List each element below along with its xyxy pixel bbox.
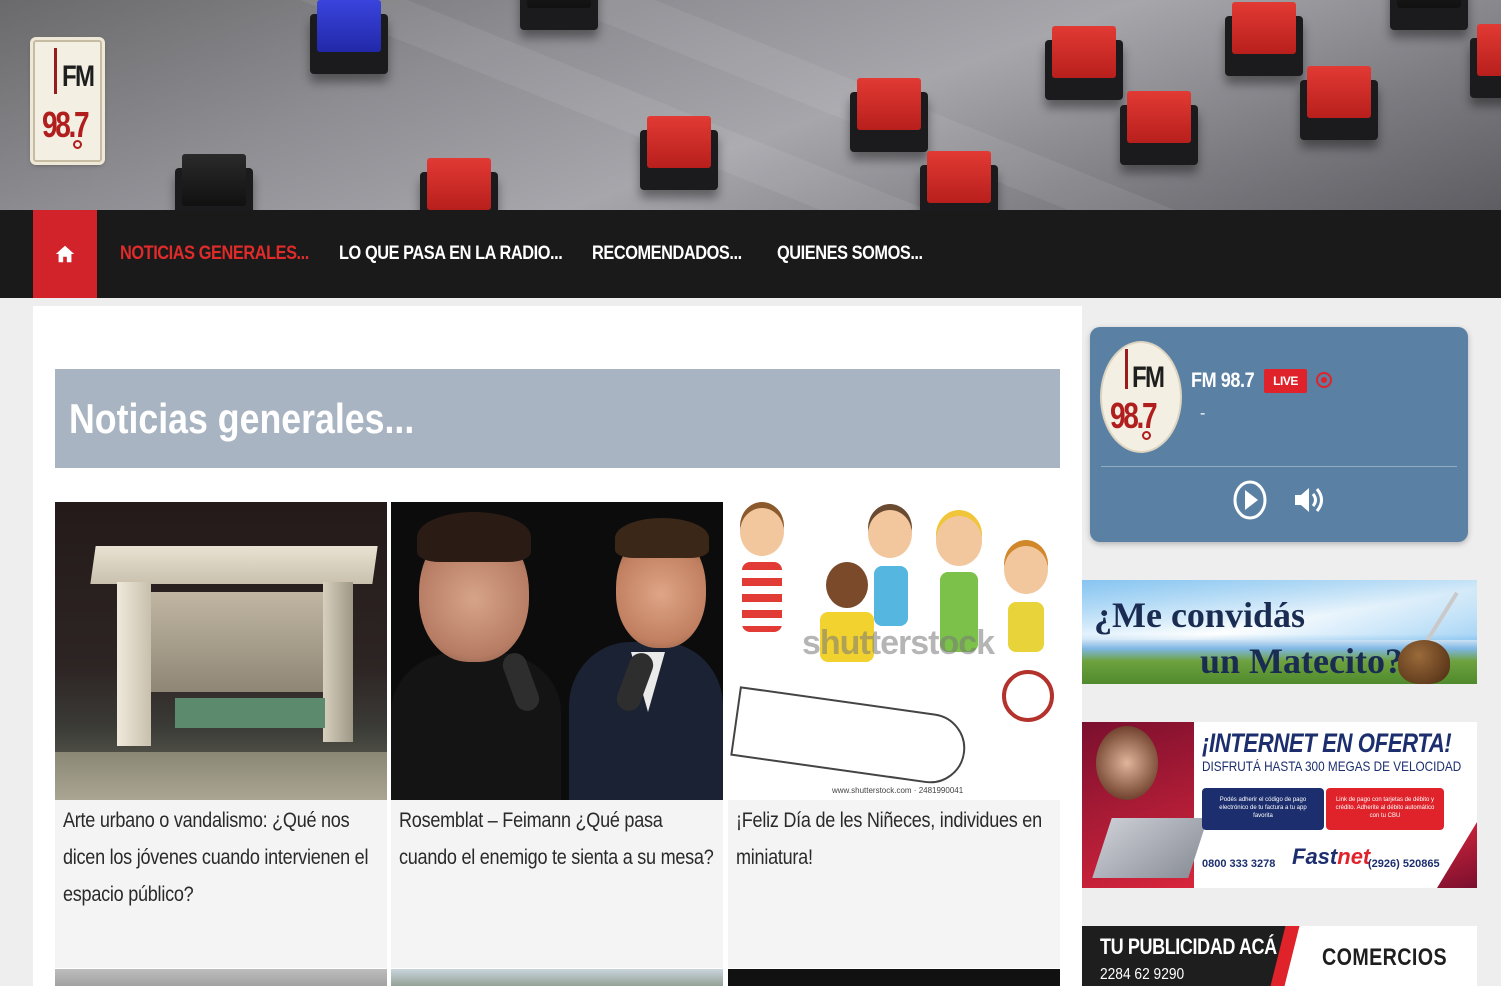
mixer-key: [850, 78, 928, 152]
publicidad-ad-right-text: COMERCIOS: [1322, 944, 1448, 971]
ad-person-image: [1096, 726, 1158, 800]
news-card-image[interactable]: [728, 969, 1060, 986]
mixer-key: [310, 0, 388, 74]
internet-ad-box-payment-link: Link de pago con tarjetas de débito y cr…: [1326, 788, 1444, 830]
internet-ad-phone: 0800 333 3278: [1202, 858, 1276, 870]
mixer-key: [920, 151, 998, 210]
mixer-key: [420, 158, 498, 210]
nav-item-lo-que-pasa-en-la-radio[interactable]: LO QUE PASA EN LA RADIO...: [339, 210, 563, 298]
logo-fm-text: FM: [62, 60, 95, 93]
live-indicator-icon: [1316, 372, 1332, 388]
mixer-key: [1390, 0, 1468, 30]
mixer-key: [520, 0, 598, 30]
mixer-key: [1470, 24, 1501, 98]
volume-icon: [1295, 488, 1323, 512]
internet-ad-brand: Fastnet: [1292, 844, 1371, 869]
internet-ad-whatsapp: (2926) 520865: [1368, 858, 1440, 870]
publicidad-ad-phone: 2284 62 9290: [1100, 966, 1185, 983]
mixer-key: [1225, 2, 1303, 76]
news-card-title[interactable]: Rosemblat – Feimann ¿Qué pasa cuando el …: [391, 800, 723, 876]
mate-ad-line1: ¿Me convidás: [1094, 595, 1305, 635]
nav-item-recomendados[interactable]: RECOMENDADOS...: [592, 210, 742, 298]
volume-button[interactable]: [1290, 481, 1328, 519]
news-card-image[interactable]: shutterstock www.shutterstock.com · 2481…: [728, 502, 1060, 800]
site-logo[interactable]: FM 98.7: [33, 40, 102, 162]
news-card[interactable]: shutterstock www.shutterstock.com · 2481…: [728, 502, 1060, 968]
mate-ad-banner[interactable]: ¿Me convidás un Matecito?: [1082, 580, 1477, 684]
news-card[interactable]: Rosemblat – Feimann ¿Qué pasa cuando el …: [391, 502, 723, 968]
mixer-key: [1045, 26, 1123, 100]
news-card-image[interactable]: [391, 969, 723, 986]
mate-ad-line2: un Matecito?: [1200, 641, 1403, 681]
internet-ad-subline: DISFRUTÁ HASTA 300 MEGAS DE VELOCIDAD: [1202, 758, 1462, 774]
mixer-key: [175, 154, 253, 210]
section-title: Noticias generales...: [55, 369, 1060, 468]
site-header: FM 98.7: [0, 0, 1501, 210]
mixer-key: [1120, 91, 1198, 165]
nav-item-quienes-somos[interactable]: QUIENES SOMOS...: [777, 210, 923, 298]
news-card[interactable]: Arte urbano o vandalismo: ¿Qué nos dicen…: [55, 502, 387, 968]
player-station-name: FM 98.7: [1191, 369, 1255, 392]
play-icon: [1233, 480, 1267, 520]
internet-ad-box-payment-code: Podés adherir el código de pago electrón…: [1202, 788, 1324, 830]
news-card-title[interactable]: Arte urbano o vandalismo: ¿Qué nos dicen…: [55, 800, 387, 913]
laptop-icon: [1092, 818, 1208, 878]
player-logo-fm-text: FM: [1132, 361, 1165, 394]
image-watermark: shutterstock: [802, 624, 995, 662]
internet-ad-banner[interactable]: ¡INTERNET EN OFERTA! DISFRUTÁ HASTA 300 …: [1082, 722, 1477, 888]
publicidad-ad-title: TU PUBLICIDAD ACÁ: [1100, 934, 1277, 959]
news-card-image[interactable]: [55, 502, 387, 800]
player-divider: [1101, 466, 1457, 467]
live-badge: LIVE: [1264, 369, 1307, 393]
mate-cup-icon: [1398, 640, 1450, 684]
player-station-logo: FM 98.7: [1102, 343, 1180, 451]
main-nav: NOTICIAS GENERALES... LO QUE PASA EN LA …: [0, 210, 1501, 298]
nav-item-noticias-generales[interactable]: NOTICIAS GENERALES...: [120, 210, 309, 298]
mixer-key: [640, 116, 718, 190]
internet-ad-headline: ¡INTERNET EN OFERTA!: [1202, 728, 1452, 758]
logo-freq-text: 98.7: [42, 104, 90, 145]
home-icon: [55, 245, 75, 263]
main-content: Noticias generales... Arte urbano o vand…: [33, 306, 1082, 986]
image-caption: www.shutterstock.com · 2481990041: [832, 786, 964, 795]
news-card-title[interactable]: ¡Feliz Día de les Niñeces, individues en…: [728, 800, 1060, 876]
player-now-playing: -: [1200, 405, 1206, 422]
mixer-key: [1300, 66, 1378, 140]
news-card-image[interactable]: [391, 502, 723, 800]
home-button[interactable]: [33, 210, 97, 298]
news-card-image[interactable]: [55, 969, 387, 986]
publicidad-ad-banner[interactable]: TU PUBLICIDAD ACÁ 2284 62 9290 COMERCIOS: [1082, 926, 1477, 986]
section-title-text: Noticias generales...: [69, 395, 415, 442]
radio-player: FM 98.7 FM 98.7 LIVE -: [1090, 327, 1468, 542]
play-button[interactable]: [1233, 480, 1267, 520]
